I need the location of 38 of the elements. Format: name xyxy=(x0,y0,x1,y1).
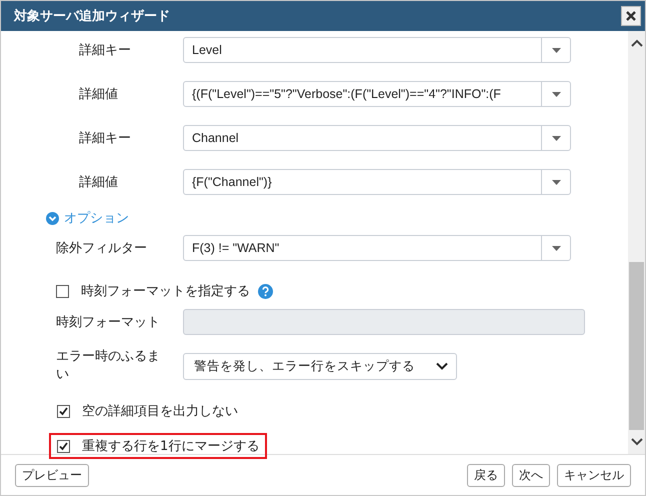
combo-field[interactable]: {F("Channel")} xyxy=(183,169,571,195)
scroll-thumb[interactable] xyxy=(629,262,644,430)
field-label: 除外フィルター xyxy=(55,240,148,257)
scroll-up-icon[interactable] xyxy=(630,39,642,47)
combo-field[interactable]: F(3) != "WARN" xyxy=(183,235,571,261)
help-icon[interactable] xyxy=(258,284,273,298)
dropdown-icon xyxy=(552,246,560,250)
field-label: 詳細値 xyxy=(78,174,119,191)
scroll-down-icon[interactable] xyxy=(630,438,642,446)
wizard-button[interactable]: 次へ xyxy=(512,464,550,486)
dropdown-icon xyxy=(552,136,560,140)
combo-field[interactable]: {(F("Level")=="5"?"Verbose":(F("Level")=="4"?"INFO":(F xyxy=(183,81,571,107)
window-title: 対象サーバ追加ウィザード xyxy=(14,8,170,25)
checkbox-label: 空の詳細項目を出力しない xyxy=(82,403,238,420)
wizard-button[interactable]: キャンセル xyxy=(557,464,631,486)
close-button[interactable] xyxy=(621,6,641,26)
preview-button[interactable]: プレビュー xyxy=(15,464,89,486)
scrollbar[interactable] xyxy=(628,31,645,454)
dropdown-icon xyxy=(552,48,560,52)
checkbox[interactable] xyxy=(57,440,70,452)
dropdown-icon xyxy=(552,92,560,96)
close-icon xyxy=(626,11,636,21)
combo-field[interactable]: Channel xyxy=(183,125,571,151)
field-label: 詳細値 xyxy=(78,86,119,103)
field-label: エラー時のふるまい xyxy=(55,348,161,384)
checkbox-label: 時刻フォーマットを指定する xyxy=(81,283,250,300)
wizard-button[interactable]: 戻る xyxy=(467,464,505,486)
chevron-down-icon xyxy=(436,362,448,370)
combo-field[interactable]: Level xyxy=(183,37,571,63)
dropdown-icon xyxy=(552,180,560,184)
chevron-icon xyxy=(46,212,59,224)
select-field[interactable]: 警告を発し、エラー行をスキップする xyxy=(183,352,457,380)
checkbox[interactable] xyxy=(56,284,69,298)
checkbox-label: 重複する行を1行にマージする xyxy=(82,438,260,455)
field-label: 時刻フォーマット xyxy=(55,314,161,331)
field-label: 詳細キー xyxy=(78,42,132,59)
field-label: 詳細キー xyxy=(78,130,132,147)
checkbox[interactable] xyxy=(57,404,70,418)
